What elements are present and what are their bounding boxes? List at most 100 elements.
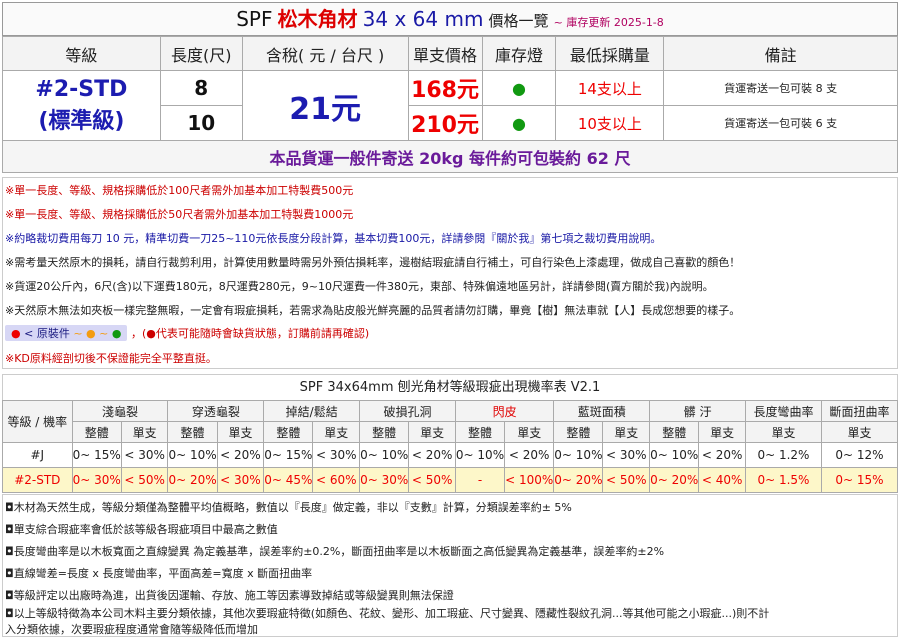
cell: < 20% bbox=[504, 442, 555, 468]
tax-price: 21元 bbox=[241, 70, 409, 141]
group-through-crack: 穿透龜裂 bbox=[167, 400, 265, 422]
cell: 0~ 15% bbox=[71, 442, 122, 468]
grade-std: #2-STD bbox=[2, 467, 73, 493]
price-sheet: SPF 松木角材 34 x 64 mm 價格一覽 ~ 庫存更新 2025-1-8… bbox=[0, 0, 900, 639]
sub-whole: 整體 bbox=[167, 421, 218, 443]
cell: 0~ 15% bbox=[820, 467, 899, 493]
cell: < 30% bbox=[120, 442, 169, 468]
sub-single: 單支 bbox=[504, 421, 555, 443]
stock-update-date: ~ 庫存更新 2025-1-8 bbox=[553, 16, 664, 29]
cell: < 20% bbox=[698, 442, 746, 468]
sub-single: 單支 bbox=[820, 421, 899, 443]
footnote: ◘長度彎曲率是以木板寬面之直線變異 為定義基準，誤差率約±0.2%，斷面扭曲率是… bbox=[5, 545, 665, 558]
table-row: #J 0~ 15% < 30% 0~ 10% < 20% 0~ 15% < 30… bbox=[2, 442, 899, 468]
footnote: ◘等級評定以出廠時為進，出貨後因運輸、存放、施工等因素導致掉結或等級變異則無法保… bbox=[5, 589, 454, 602]
sub-whole: 整體 bbox=[71, 421, 122, 443]
group-dirt: 髒 汙 bbox=[649, 400, 746, 422]
remark: 貨運寄送一包可裝 8 支 bbox=[663, 70, 898, 106]
sub-whole: 整體 bbox=[553, 421, 604, 443]
grade-name: (標準級) bbox=[38, 108, 125, 134]
sub-single: 單支 bbox=[744, 421, 822, 443]
footnote: ◘單支綜合瑕疵率會低於該等級各瑕疵項目中最高之數值 bbox=[5, 523, 278, 536]
footnote: ◘直線彎差=長度 x 長度彎曲率，平面高差=寬度 x 斷面扭曲率 bbox=[5, 567, 313, 580]
note-cutting-fee: ※約略裁切費用每刀 10 元，精準切費一刀25~110元依長度分段計算，基本切費… bbox=[5, 232, 662, 245]
cell: < 40% bbox=[698, 467, 746, 493]
legend-text: 代表可能隨時會缺貨狀態，訂購前請再確認) bbox=[155, 327, 370, 340]
cell: < 20% bbox=[216, 442, 265, 468]
defect-group-header: 等級 / 機率 淺龜裂 穿透龜裂 掉結/鬆結 破損孔洞 閃皮 藍斑面積 髒 汙 … bbox=[2, 400, 899, 443]
sub-single: 單支 bbox=[312, 421, 361, 443]
cell: < 30% bbox=[312, 442, 361, 468]
sub-whole: 整體 bbox=[649, 421, 700, 443]
cell: 0~ 1.5% bbox=[744, 467, 822, 493]
remark: 貨運寄送一包可裝 6 支 bbox=[663, 105, 898, 141]
cell: < 30% bbox=[602, 442, 651, 468]
product-size: 34 x 64 mm bbox=[362, 7, 484, 31]
sub-single: 單支 bbox=[408, 421, 456, 443]
header-tax-price: 含稅( 元 / 台尺 ) bbox=[241, 36, 409, 71]
group-wane: 閃皮 bbox=[454, 400, 555, 422]
cell: 0~ 15% bbox=[263, 442, 314, 468]
sub-single: 單支 bbox=[120, 421, 169, 443]
cell: 0~ 10% bbox=[359, 442, 410, 468]
green-dot-icon: ● bbox=[111, 327, 122, 340]
defect-table: 等級 / 機率 淺龜裂 穿透龜裂 掉結/鬆結 破損孔洞 閃皮 藍斑面積 髒 汙 … bbox=[2, 400, 899, 493]
sub-whole: 整體 bbox=[359, 421, 410, 443]
note-freight: ※貨運20公斤內，6尺(含)以下運費180元，8尺運費280元，9~10尺運費一… bbox=[5, 280, 714, 293]
cell: 0~ 45% bbox=[263, 467, 314, 493]
cell: 0~ 20% bbox=[553, 467, 604, 493]
sub-single: 單支 bbox=[602, 421, 651, 443]
stock-light-icon: ● bbox=[481, 70, 557, 106]
length-value: 10 bbox=[159, 105, 243, 141]
product-name: 松木角材 bbox=[277, 7, 358, 31]
brand-label: SPF bbox=[236, 7, 273, 31]
cell: < 50% bbox=[408, 467, 456, 493]
header-remark: 備註 bbox=[663, 36, 898, 71]
cell: 0~ 10% bbox=[553, 442, 604, 468]
sub-single: 單支 bbox=[698, 421, 746, 443]
footnote: ◘木材為天然生成，等級分類僅為整體平均值概略，數值以『長度』做定義，非以『支數』… bbox=[5, 501, 572, 514]
header-min-qty: 最低採購量 bbox=[555, 36, 665, 71]
shipping-note: 本品貨運一般件寄送 20kg 每件約可包裝約 62 尺 bbox=[2, 140, 898, 173]
note-min-order-100: ※單一長度、等級、規格採購低於100尺者需外加基本加工特製費500元 bbox=[5, 184, 354, 197]
cell: < 100% bbox=[504, 467, 555, 493]
header-length: 長度(尺) bbox=[159, 36, 243, 71]
cell: 0~ 1.2% bbox=[744, 442, 822, 468]
table-row: #2-STD (標準級) 8 21元 168元 ● 14支以上 貨運寄送一包可裝… bbox=[2, 70, 898, 141]
sub-whole: 整體 bbox=[454, 421, 506, 443]
note-defects: ※天然原木無法如夾板一樣完整無暇，一定會有瑕疵損耗，若需求為貼皮般光鮮亮麗的品質… bbox=[5, 304, 741, 317]
cell: < 20% bbox=[408, 442, 456, 468]
sub-whole: 整體 bbox=[263, 421, 314, 443]
price-table: 等級 長度(尺) 含稅( 元 / 台尺 ) 單支價格 庫存燈 最低採購量 備註 … bbox=[2, 36, 898, 173]
group-loose-knot: 掉結/鬆結 bbox=[263, 400, 361, 422]
cell: 0~ 30% bbox=[71, 467, 122, 493]
grade-j: #J bbox=[2, 442, 73, 468]
unit-price: 168元 bbox=[407, 70, 483, 106]
grade-header: 等級 / 機率 bbox=[2, 400, 73, 443]
length-value: 8 bbox=[159, 70, 243, 106]
footnote: 入分類依據，次要瑕疵程度通常會隨等級降低而增加 bbox=[5, 623, 258, 636]
group-blue-stain: 藍斑面積 bbox=[553, 400, 651, 422]
red-dot-icon: ● bbox=[11, 327, 21, 340]
cell: 0~ 30% bbox=[359, 467, 410, 493]
price-list-label: 價格一覽 bbox=[488, 12, 549, 30]
footnote: ◘以上等級特徵為本公司木料主要分類依據，其他次要瑕疵特徵(如顏色、花紋、變形、加… bbox=[5, 607, 770, 620]
header-unit-price: 單支價格 bbox=[407, 36, 483, 71]
min-qty: 14支以上 bbox=[555, 70, 665, 106]
cell: 0~ 10% bbox=[167, 442, 218, 468]
header-grade: 等級 bbox=[2, 36, 161, 71]
defect-sub-header: 整體 單支 整體 單支 整體 單支 整體 單支 整體 單支 整體 單支 整體 單支 單支 單支 bbox=[3, 421, 899, 443]
header-stock: 庫存燈 bbox=[481, 36, 557, 71]
stock-legend: ● < 原裝件 ~ ● ~ ● ，(●代表可能隨時會缺貨狀態，訂購前請再確認) bbox=[5, 325, 369, 341]
cell: < 60% bbox=[312, 467, 361, 493]
group-twist: 斷面扭曲率 bbox=[820, 400, 899, 422]
cell: < 30% bbox=[216, 467, 265, 493]
price-table-header: 等級 長度(尺) 含稅( 元 / 台尺 ) 單支價格 庫存燈 最低採購量 備註 bbox=[2, 36, 898, 71]
stock-light-icon: ● bbox=[481, 105, 557, 141]
red-dot-icon: ● bbox=[146, 327, 156, 340]
table-row: #2-STD 0~ 30% < 50% 0~ 20% < 30% 0~ 45% … bbox=[2, 467, 899, 493]
cell: < 50% bbox=[602, 467, 651, 493]
grade-code: #2-STD bbox=[35, 76, 128, 102]
page-title: SPF 松木角材 34 x 64 mm 價格一覽 ~ 庫存更新 2025-1-8 bbox=[2, 2, 898, 36]
cell: 0~ 10% bbox=[454, 442, 506, 468]
